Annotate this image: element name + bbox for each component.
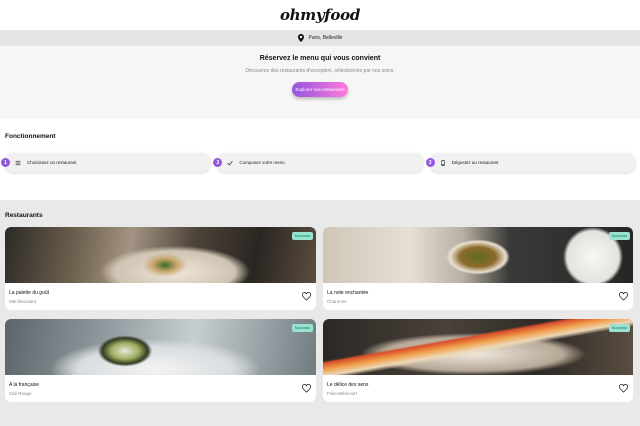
check-icon: [227, 160, 234, 165]
new-badge: Nouveau: [608, 232, 630, 240]
explore-restaurants-button[interactable]: Explorer nos restaurants: [292, 82, 348, 97]
restaurant-name: La palette du goût: [9, 290, 50, 296]
restaurant-image: Nouveau: [5, 319, 316, 375]
restaurant-location: Charonne: [327, 299, 347, 304]
card-body: La palette du goût Ménilmontant: [5, 283, 316, 310]
hero-section: Réservez le menu qui vous convient Décou…: [0, 46, 640, 119]
location-text: Paris, Belleville: [308, 35, 343, 41]
restaurant-name: A la française: [9, 382, 40, 388]
header: ohmyfood: [0, 0, 640, 30]
new-badge: Nouveau: [608, 324, 630, 332]
new-badge: Nouveau: [291, 232, 313, 240]
restaurant-card[interactable]: Nouveau Le délice des sens Folie-Méricou…: [323, 319, 633, 402]
restaurant-card[interactable]: Nouveau La note enchantée Charonne: [323, 227, 633, 310]
hero-title: Réservez le menu qui vous convient: [259, 55, 381, 62]
restaurant-card[interactable]: Nouveau A la française Cité Rouge: [5, 319, 316, 402]
restaurant-image: Nouveau: [323, 227, 633, 283]
how-it-works-title: Fonctionnement: [5, 133, 56, 140]
heart-icon[interactable]: [302, 384, 311, 393]
new-badge: Nouveau: [291, 324, 313, 332]
restaurant-name: La note enchantée: [327, 290, 369, 296]
step-number: 2: [213, 158, 223, 167]
step-1: 1 Choisissez un restaurant: [1, 153, 211, 172]
restaurant-name: Le délice des sens: [327, 382, 369, 388]
restaurant-image: Nouveau: [323, 319, 633, 375]
card-body: A la française Cité Rouge: [5, 375, 316, 402]
location-pin-icon: [297, 34, 304, 42]
step-number: 3: [425, 158, 435, 167]
step-label: Choisissez un restaurant: [27, 160, 77, 165]
card-body: La note enchantée Charonne: [323, 283, 633, 310]
restaurant-location: Ménilmontant: [9, 299, 37, 304]
phone-icon: [440, 159, 445, 166]
hero-subtitle: Découvrez des restaurants d'exception, s…: [245, 68, 395, 74]
location-bar: Paris, Belleville: [0, 30, 640, 46]
restaurant-card[interactable]: Nouveau La palette du goût Ménilmontant: [5, 227, 316, 310]
step-2: 2 Composez votre menu: [213, 153, 423, 172]
restaurant-image: Nouveau: [5, 227, 316, 283]
logo[interactable]: ohmyfood: [280, 6, 360, 24]
restaurant-location: Folie-Méricourt: [327, 391, 358, 396]
restaurants-grid: Nouveau La palette du goût Ménilmontant …: [5, 227, 635, 402]
step-number: 1: [1, 158, 10, 167]
step-label: Dégustez au restaurant: [451, 160, 499, 165]
restaurants-title: Restaurants: [5, 212, 43, 219]
restaurant-location: Cité Rouge: [9, 391, 32, 396]
heart-icon[interactable]: [619, 384, 628, 393]
step-3: 3 Dégustez au restaurant: [425, 153, 635, 172]
steps-list: 1 Choisissez un restaurant 2 Composez vo…: [1, 153, 635, 172]
card-body: Le délice des sens Folie-Méricourt: [323, 375, 633, 402]
heart-icon[interactable]: [619, 292, 628, 301]
restaurants-section: Restaurants Nouveau La palette du goût M…: [0, 200, 640, 426]
how-it-works-section: Fonctionnement 1 Choisissez un restauran…: [0, 119, 640, 189]
list-icon: [15, 160, 21, 165]
step-label: Composez votre menu: [239, 160, 285, 165]
heart-icon[interactable]: [302, 292, 311, 301]
